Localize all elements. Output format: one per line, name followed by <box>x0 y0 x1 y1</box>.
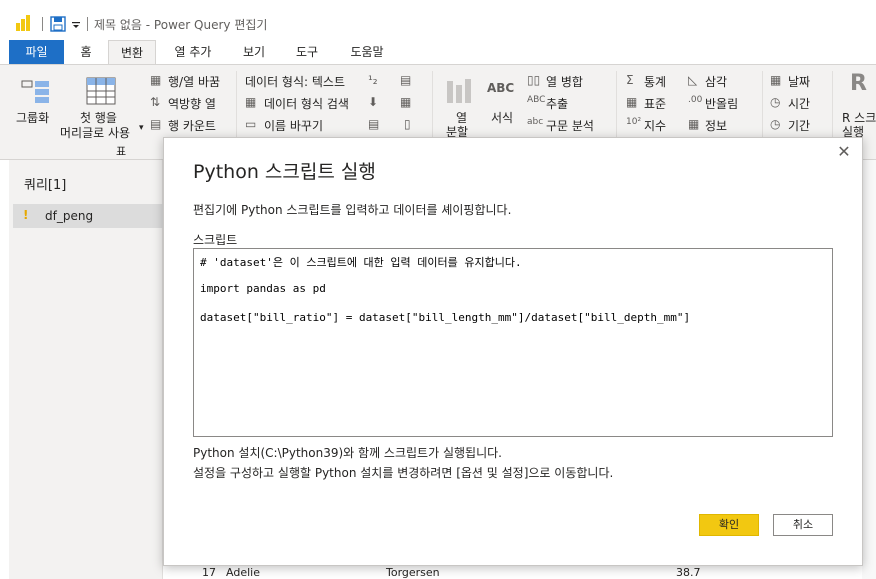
python-script-dialog: ✕ Python 스크립트 실행 편집기에 Python 스크립트를 입력하고 … <box>163 137 863 566</box>
r-script-icon[interactable]: R <box>850 71 867 96</box>
scientific-button[interactable]: 지수 <box>644 117 666 134</box>
tab-tools[interactable]: 도구 <box>283 40 331 64</box>
code-line: import pandas as pd <box>200 282 326 295</box>
tab-home[interactable]: 홈 <box>64 40 108 64</box>
extract-button[interactable]: 추출 <box>546 95 568 112</box>
count-rows-icon[interactable]: ▤ <box>150 117 161 131</box>
cancel-button[interactable]: 취소 <box>773 514 833 536</box>
rename-icon[interactable]: ▭ <box>245 117 256 131</box>
format-icon[interactable]: ABC <box>487 81 514 95</box>
window-title: 제목 없음 - Power Query 편집기 <box>94 18 268 32</box>
transpose-button[interactable]: 행/열 바꿈 <box>168 73 220 90</box>
group-by-icon[interactable] <box>21 79 51 105</box>
code-line: dataset["bill_ratio"] = dataset["bill_le… <box>200 311 691 324</box>
detect-type-icon[interactable]: ▦ <box>245 95 256 109</box>
queries-header: 쿼리[1] <box>24 178 67 193</box>
reverse-rows-icon[interactable]: ⇅ <box>150 95 160 109</box>
merge-columns-icon[interactable]: ▯▯ <box>527 73 540 87</box>
rename-button[interactable]: 이름 바꾸기 <box>264 117 323 134</box>
save-icon[interactable] <box>50 16 66 32</box>
tab-view[interactable]: 보기 <box>230 40 278 64</box>
tab-help[interactable]: 도움말 <box>336 40 398 64</box>
tab-file[interactable]: 파일 <box>9 40 64 64</box>
divider <box>87 17 88 31</box>
close-icon[interactable]: ✕ <box>834 142 854 162</box>
ribbon-tabs: 파일 홈 변환 열 추가 보기 도구 도움말 <box>0 40 876 64</box>
table-cell[interactable]: 38.7 <box>676 566 701 579</box>
group-by-button[interactable]: 그룹화 <box>16 109 49 126</box>
format-button[interactable]: 서식 <box>491 109 513 126</box>
row-number: 17 <box>202 566 216 579</box>
trig-button[interactable]: 삼각 <box>705 73 727 90</box>
pivot-icon[interactable]: ▦ <box>400 95 411 109</box>
statistics-button[interactable]: 통계 <box>644 73 666 90</box>
count-rows-button[interactable]: 행 카운트 <box>168 117 216 134</box>
detect-type-button[interactable]: 데이터 형식 검색 <box>264 95 349 112</box>
title-bar: 제목 없음 - Power Query 편집기 <box>0 0 876 40</box>
rounding-button[interactable]: 반올림 <box>705 95 738 112</box>
quick-access-dropdown-icon[interactable] <box>71 16 81 32</box>
dialog-description: 편집기에 Python 스크립트를 입력하고 데이터를 셰이핑합니다. <box>193 203 512 217</box>
standard-button[interactable]: 표준 <box>644 95 666 112</box>
queries-pane: 쿼리[1] ! df_peng <box>9 160 163 579</box>
chevron-down-icon[interactable]: ▾ <box>139 123 144 133</box>
statistics-icon[interactable]: Σ <box>626 73 634 87</box>
script-label: 스크립트 <box>193 233 238 247</box>
calendar-icon[interactable]: ▦ <box>770 73 781 87</box>
dialog-title: Python 스크립트 실행 <box>193 161 376 183</box>
date-button[interactable]: 날짜 <box>788 73 810 90</box>
time-button[interactable]: 시간 <box>788 95 810 112</box>
table-cell[interactable]: Torgersen <box>386 566 440 579</box>
code-line: # 'dataset'은 이 스크립트에 대한 입력 데이터를 유지합니다. <box>200 256 522 269</box>
scientific-icon[interactable]: 10² <box>626 117 641 127</box>
duration-button[interactable]: 기간 <box>788 117 810 134</box>
standard-icon[interactable]: ▦ <box>626 95 637 109</box>
python-install-note: Python 설치(C:\Python39)와 함께 스크립트가 실행됩니다. <box>193 446 502 460</box>
table-header-icon[interactable] <box>86 77 116 105</box>
transpose-icon[interactable]: ▦ <box>150 73 161 87</box>
settings-note: 설정을 구성하고 실행할 Python 설치를 변경하려면 [옵션 및 설정]으… <box>193 466 614 480</box>
divider <box>42 17 43 31</box>
info-icon[interactable]: ▦ <box>688 117 699 131</box>
table-group-label: 표 <box>116 145 127 158</box>
table-cell[interactable]: Adelie <box>226 566 260 579</box>
convert-to-list-icon[interactable]: ▯ <box>404 117 411 131</box>
rounding-icon[interactable]: .00 <box>688 95 702 105</box>
right-edge-panel <box>862 160 876 579</box>
duration-icon[interactable]: ◷ <box>770 117 780 131</box>
tab-add-column[interactable]: 열 추가 <box>160 40 226 64</box>
split-column-icon[interactable] <box>445 77 475 105</box>
data-type-dropdown[interactable]: 데이터 형식: 텍스트 <box>245 73 345 90</box>
ok-button[interactable]: 확인 <box>699 514 759 536</box>
script-editor[interactable]: # 'dataset'은 이 스크립트에 대한 입력 데이터를 유지합니다. i… <box>193 248 833 437</box>
reverse-rows-button[interactable]: 역방향 열 <box>168 95 216 112</box>
trig-icon[interactable]: ◺ <box>688 73 697 87</box>
query-name: df_peng <box>45 209 94 223</box>
merge-columns-button[interactable]: 열 병합 <box>546 73 583 90</box>
data-grid: 17 Adelie Torgersen 38.7 <box>190 565 876 579</box>
parse-button[interactable]: 구문 분석 <box>546 117 594 134</box>
replace-values-icon[interactable]: ¹₂ <box>368 73 378 87</box>
clock-icon[interactable]: ◷ <box>770 95 780 109</box>
extract-icon[interactable]: ABC <box>527 95 545 105</box>
move-icon[interactable]: ▤ <box>368 117 379 131</box>
tab-transform[interactable]: 변환 <box>108 40 156 64</box>
info-button[interactable]: 정보 <box>705 117 727 134</box>
query-item[interactable]: ! df_peng <box>13 204 163 228</box>
warning-icon: ! <box>23 208 29 222</box>
fill-down-icon[interactable]: ⬇ <box>368 95 378 109</box>
fill-icon[interactable]: ▤ <box>400 73 411 87</box>
power-bi-logo-icon <box>16 15 32 31</box>
first-row-header-label-2[interactable]: 머리글로 사용 <box>60 124 130 141</box>
parse-icon[interactable]: abc <box>527 117 543 127</box>
